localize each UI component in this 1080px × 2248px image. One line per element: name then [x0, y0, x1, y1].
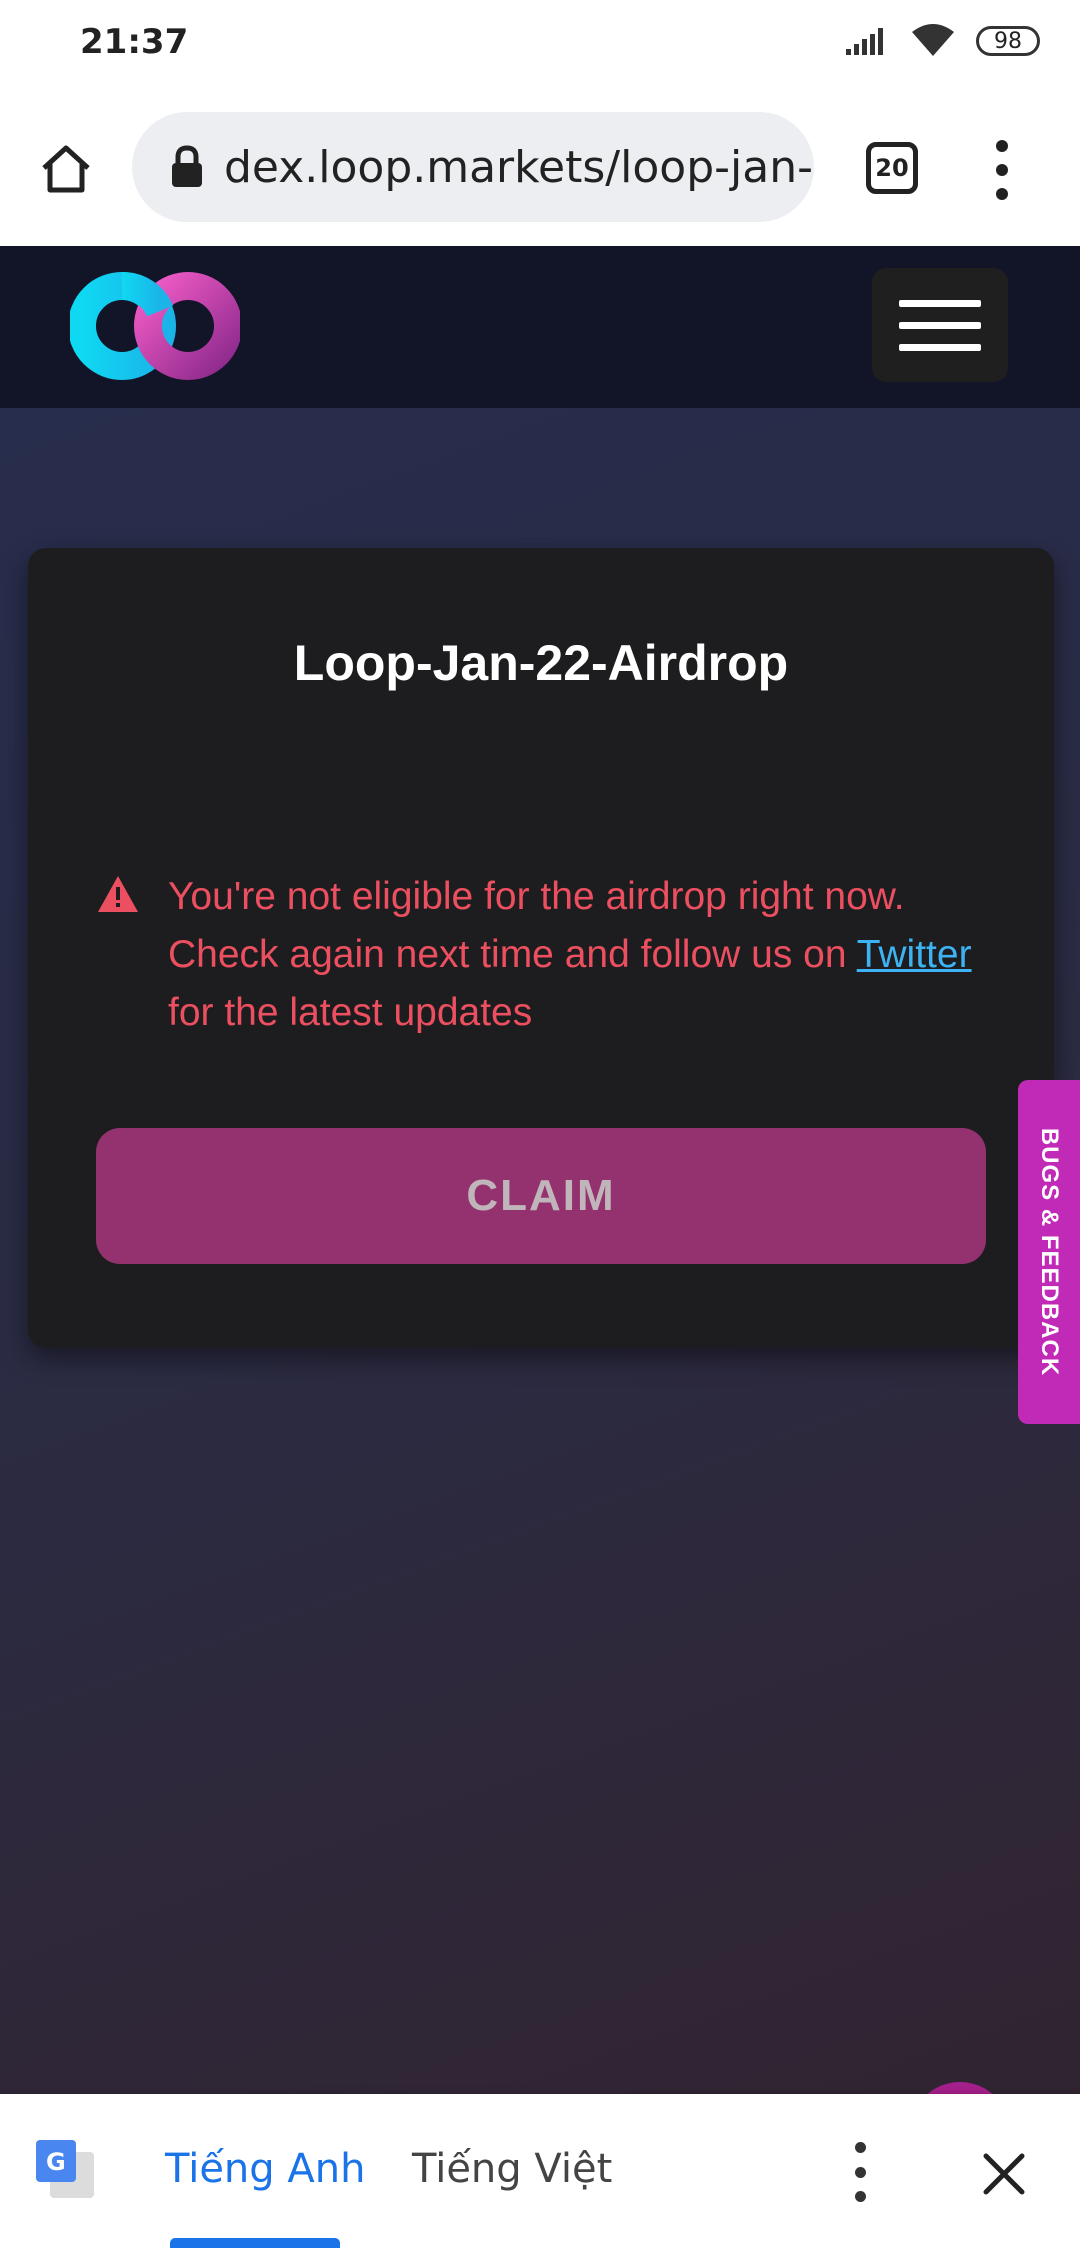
- floating-action-button[interactable]: [910, 2082, 1010, 2094]
- airdrop-card: Loop-Jan-22-Airdrop You're not eligible …: [28, 548, 1054, 1348]
- site-header: [0, 246, 1080, 408]
- google-translate-icon: G: [36, 2140, 94, 2198]
- signal-icon: [846, 28, 883, 55]
- tab-target-language[interactable]: Tiếng Việt: [412, 2146, 612, 2192]
- url-bar[interactable]: dex.loop.markets/loop-jan-2: [132, 112, 814, 222]
- web-page: Loop-Jan-22-Airdrop You're not eligible …: [0, 246, 1080, 2094]
- wifi-icon: [912, 24, 954, 56]
- svg-text:G: G: [46, 2148, 66, 2176]
- bugs-feedback-label: BUGS & FEEDBACK: [1036, 1127, 1063, 1377]
- hamburger-menu-button[interactable]: [872, 268, 1008, 382]
- close-icon[interactable]: [976, 2146, 1032, 2202]
- status-bar: 21:37 98: [0, 0, 1080, 90]
- status-icons: 98: [846, 24, 1040, 58]
- bugs-feedback-tab[interactable]: BUGS & FEEDBACK: [1018, 1080, 1080, 1424]
- active-tab-indicator: [170, 2238, 340, 2248]
- warning-text-2: for the latest updates: [168, 991, 533, 1034]
- tab-source-language[interactable]: Tiếng Anh: [165, 2146, 365, 2192]
- translate-menu-button[interactable]: [840, 2142, 880, 2202]
- warning-icon: [98, 876, 138, 912]
- loop-logo[interactable]: [70, 271, 240, 381]
- warning-text-1: You're not eligible for the airdrop righ…: [168, 875, 905, 976]
- lock-icon: [170, 142, 204, 192]
- eligibility-warning: You're not eligible for the airdrop righ…: [168, 868, 1018, 1042]
- battery-indicator: 98: [976, 26, 1040, 56]
- tab-switcher-button[interactable]: 20: [866, 142, 918, 194]
- browser-menu-button[interactable]: [980, 140, 1024, 200]
- translate-bar: G Tiếng Anh Tiếng Việt: [0, 2094, 1080, 2248]
- home-button[interactable]: [30, 132, 102, 204]
- home-icon: [42, 145, 90, 193]
- twitter-link[interactable]: Twitter: [857, 933, 972, 976]
- browser-toolbar: dex.loop.markets/loop-jan-2 20: [0, 90, 1080, 248]
- claim-button[interactable]: CLAIM: [96, 1128, 986, 1264]
- status-time: 21:37: [80, 22, 189, 62]
- url-text: dex.loop.markets/loop-jan-2: [224, 141, 814, 193]
- airdrop-title: Loop-Jan-22-Airdrop: [293, 635, 789, 691]
